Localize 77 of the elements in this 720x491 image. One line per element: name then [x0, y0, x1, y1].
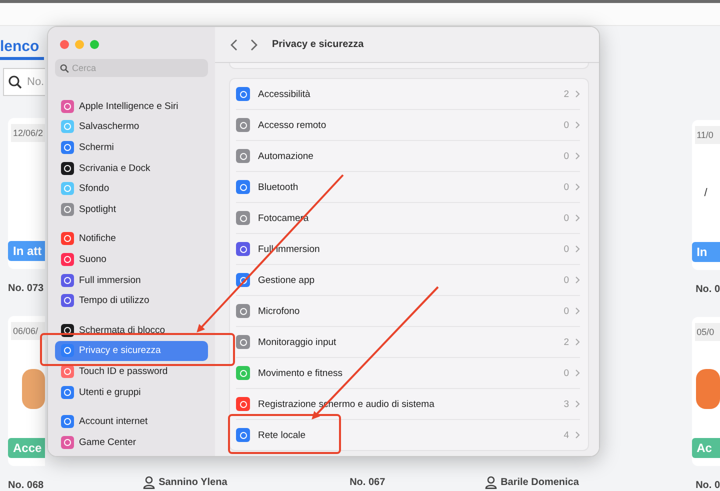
- sidebar-item[interactable]: Account internet: [55, 411, 208, 432]
- chevron-icon: [575, 431, 580, 439]
- count-label: 0: [564, 368, 569, 378]
- search-icon: [60, 64, 69, 73]
- sidebar-item[interactable]: Game Center: [55, 432, 208, 452]
- owner-name: Barile Domenica: [500, 476, 579, 488]
- person-icon: [484, 476, 497, 488]
- date-label: 12/06/2: [11, 124, 45, 142]
- date-label: 06/06/: [11, 322, 45, 340]
- page-tab[interactable]: lenco: [0, 38, 44, 60]
- sidebar-item[interactable]: Notifiche: [55, 228, 208, 250]
- sidebar-item[interactable]: Scrivania e Dock: [55, 158, 208, 178]
- settings-row[interactable]: Accessibilità 2: [236, 79, 580, 110]
- chevron-icon: [575, 369, 580, 377]
- count-label: 0: [564, 182, 569, 192]
- chevron-icon: [575, 245, 580, 253]
- window-title: Privacy e sicurezza: [272, 39, 364, 50]
- settings-row[interactable]: Movimento e fitness 0: [236, 358, 580, 389]
- settings-row[interactable]: Bluetooth 0: [236, 172, 580, 203]
- person-icon: [142, 476, 155, 488]
- count-label: 0: [564, 244, 569, 254]
- card-note: /: [704, 186, 708, 199]
- chevron-icon: [575, 276, 580, 284]
- owner-name: Sannino Ylena: [158, 476, 228, 488]
- photo-placeholder: [696, 369, 720, 410]
- item-number: No. 0: [696, 284, 720, 294]
- close-icon[interactable]: [60, 40, 69, 49]
- search-field[interactable]: No.: [3, 68, 45, 96]
- count-label: 4: [564, 430, 569, 440]
- chevron-icon: [575, 338, 580, 346]
- search-icon: [8, 75, 22, 89]
- sidebar-item[interactable]: Tempo di utilizzo: [55, 290, 208, 311]
- sidebar-item[interactable]: Touch ID e password: [55, 361, 208, 382]
- settings-row[interactable]: Full immersion 0: [236, 234, 580, 265]
- chevron-icon: [575, 152, 580, 160]
- sidebar-item[interactable]: Salvaschermo: [55, 116, 208, 138]
- minimize-icon[interactable]: [75, 40, 84, 49]
- count-label: 0: [564, 306, 569, 316]
- chevron-icon: [575, 400, 580, 408]
- sidebar-item[interactable]: Full immersion: [55, 270, 208, 290]
- settings-row[interactable]: Automazione 0: [236, 141, 580, 172]
- settings-row[interactable]: Rete locale 4: [236, 420, 580, 450]
- forward-icon[interactable]: [250, 38, 258, 50]
- back-icon[interactable]: [230, 38, 238, 50]
- sidebar-item[interactable]: Privacy e sicurezza: [55, 340, 208, 362]
- count-label: 3: [564, 398, 569, 410]
- count-label: 0: [564, 120, 569, 130]
- sidebar-item[interactable]: Sfondo: [55, 178, 208, 199]
- settings-row[interactable]: Microfono 0: [236, 296, 580, 327]
- item-number: No. 068: [8, 480, 45, 491]
- maximize-icon[interactable]: [90, 40, 99, 49]
- chevron-icon: [575, 121, 580, 129]
- settings-row[interactable]: Monitoraggio input 2: [236, 327, 580, 358]
- item-number: No. 073: [8, 282, 45, 294]
- chevron-icon: [575, 214, 580, 222]
- count-label: 2: [564, 336, 569, 348]
- settings-row[interactable]: Gestione app 0: [236, 265, 580, 296]
- count-label: 0: [564, 274, 569, 286]
- sidebar-item[interactable]: Schermi: [55, 137, 208, 158]
- date-label: 11/0: [694, 126, 720, 144]
- settings-row[interactable]: Accesso remoto 0: [236, 110, 580, 141]
- sidebar-item[interactable]: Utenti e gruppi: [55, 382, 208, 402]
- chevron-icon: [575, 90, 580, 98]
- count-label: 0: [564, 212, 569, 224]
- photo-placeholder: [22, 368, 45, 409]
- sidebar-item[interactable]: Apple Intelligence e Siri: [55, 96, 208, 117]
- chevron-icon: [575, 183, 580, 191]
- item-number: No. 0: [696, 480, 720, 491]
- count-label: 0: [564, 150, 569, 162]
- sidebar-item[interactable]: Spotlight: [55, 198, 208, 220]
- sidebar-item[interactable]: Suono: [55, 249, 208, 270]
- count-label: 2: [564, 88, 569, 100]
- item-number: No. 067: [350, 476, 386, 488]
- search-field[interactable]: Cerca: [55, 59, 208, 77]
- date-label: 05/0: [694, 322, 720, 340]
- chevron-icon: [575, 307, 580, 315]
- sidebar-item[interactable]: Schermata di blocco: [55, 320, 208, 341]
